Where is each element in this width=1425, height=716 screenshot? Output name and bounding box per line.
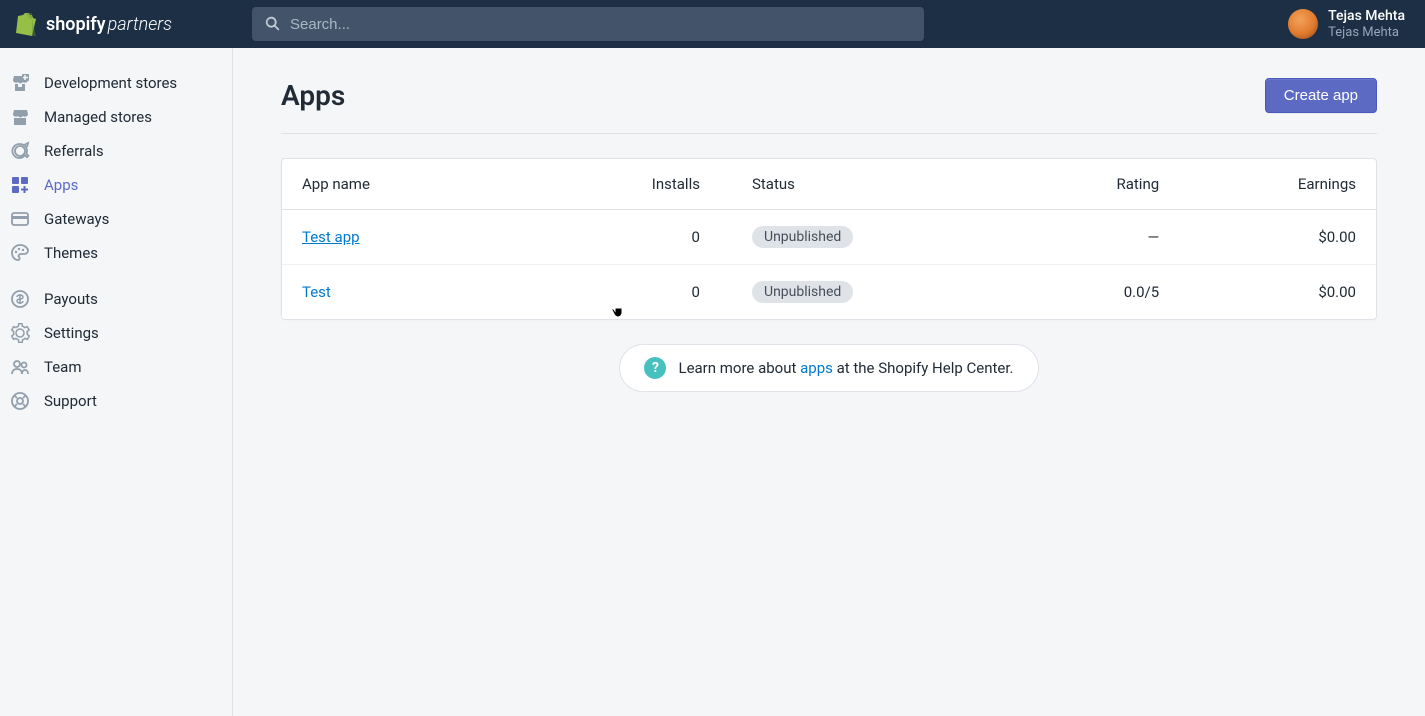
sidebar-item-label: Apps [44, 176, 78, 194]
sidebar-item-support[interactable]: Support [0, 384, 232, 418]
team-icon [10, 357, 30, 377]
payouts-icon [10, 289, 30, 309]
cell-earnings: $0.00 [1179, 265, 1376, 320]
sidebar-item-development-stores[interactable]: Development stores [0, 66, 232, 100]
status-badge: Unpublished [752, 226, 853, 248]
settings-icon [10, 323, 30, 343]
brand-logo[interactable]: shopifypartners [8, 12, 252, 36]
user-names: Tejas Mehta Tejas Mehta [1328, 8, 1405, 40]
avatar [1288, 9, 1318, 39]
user-menu[interactable]: Tejas Mehta Tejas Mehta [1288, 8, 1417, 40]
help-callout: ? Learn more about apps at the Shopify H… [619, 344, 1038, 392]
themes-icon [10, 243, 30, 263]
cell-earnings: $0.00 [1179, 210, 1376, 265]
page-title: Apps [281, 79, 345, 112]
sidebar-item-themes[interactable]: Themes [0, 236, 232, 270]
main-content: Apps Create app App name Installs Status… [233, 48, 1425, 716]
sidebar-item-label: Payouts [44, 290, 98, 308]
cell-installs: 0 [632, 210, 720, 265]
col-status: Status [720, 159, 1026, 210]
search-input[interactable] [290, 16, 912, 33]
col-app-name: App name [282, 159, 632, 210]
apps-icon [10, 175, 30, 195]
table-row: Test app 0 Unpublished —$0.00 [282, 210, 1376, 265]
apps-table-card: App name Installs Status Rating Earnings… [281, 158, 1377, 320]
support-icon [10, 391, 30, 411]
page-header: Apps Create app [281, 78, 1377, 134]
table-header-row: App name Installs Status Rating Earnings [282, 159, 1376, 210]
help-icon: ? [644, 357, 666, 379]
apps-table: App name Installs Status Rating Earnings… [282, 159, 1376, 319]
sidebar-item-gateways[interactable]: Gateways [0, 202, 232, 236]
sidebar-item-settings[interactable]: Settings [0, 316, 232, 350]
app-name-link[interactable]: Test app [302, 228, 360, 246]
managed-stores-icon [10, 107, 30, 127]
cell-rating: — [1026, 210, 1179, 265]
topbar: shopifypartners Tejas Mehta Tejas Mehta [0, 0, 1425, 48]
status-badge: Unpublished [752, 281, 853, 303]
col-installs: Installs [632, 159, 720, 210]
user-name-primary: Tejas Mehta [1328, 8, 1405, 25]
search-icon [264, 15, 282, 33]
gateways-icon [10, 209, 30, 229]
sidebar-item-managed-stores[interactable]: Managed stores [0, 100, 232, 134]
sidebar-item-label: Development stores [44, 74, 177, 92]
cell-status: Unpublished [720, 210, 1026, 265]
sidebar-item-team[interactable]: Team [0, 350, 232, 384]
help-text: Learn more about apps at the Shopify Hel… [678, 359, 1013, 377]
sidebar: Development stores Managed stores Referral… [0, 48, 233, 716]
cell-installs: 0 [632, 265, 720, 320]
app-name-link[interactable]: Test [302, 283, 331, 301]
cell-status: Unpublished [720, 265, 1026, 320]
sidebar-item-label: Team [44, 358, 82, 376]
dev-stores-icon [10, 73, 30, 93]
shopify-bag-icon [14, 12, 38, 36]
search-wrapper [252, 7, 924, 41]
referrals-icon [10, 141, 30, 161]
sidebar-item-label: Settings [44, 324, 99, 342]
sidebar-item-label: Gateways [44, 210, 109, 228]
cell-rating: 0.0/5 [1026, 265, 1179, 320]
table-row: Test 0 Unpublished 0.0/5$0.00 [282, 265, 1376, 320]
sidebar-item-label: Managed stores [44, 108, 152, 126]
col-rating: Rating [1026, 159, 1179, 210]
create-app-button[interactable]: Create app [1265, 78, 1377, 113]
sidebar-item-apps[interactable]: Apps [0, 168, 232, 202]
sidebar-item-label: Referrals [44, 142, 104, 160]
sidebar-item-label: Support [44, 392, 97, 410]
search-box[interactable] [252, 7, 924, 41]
brand-text: shopifypartners [46, 14, 172, 35]
sidebar-item-referrals[interactable]: Referrals [0, 134, 232, 168]
sidebar-item-label: Themes [44, 244, 98, 262]
sidebar-item-payouts[interactable]: Payouts [0, 282, 232, 316]
user-name-secondary: Tejas Mehta [1328, 25, 1405, 41]
col-earnings: Earnings [1179, 159, 1376, 210]
help-apps-link[interactable]: apps [800, 359, 833, 377]
